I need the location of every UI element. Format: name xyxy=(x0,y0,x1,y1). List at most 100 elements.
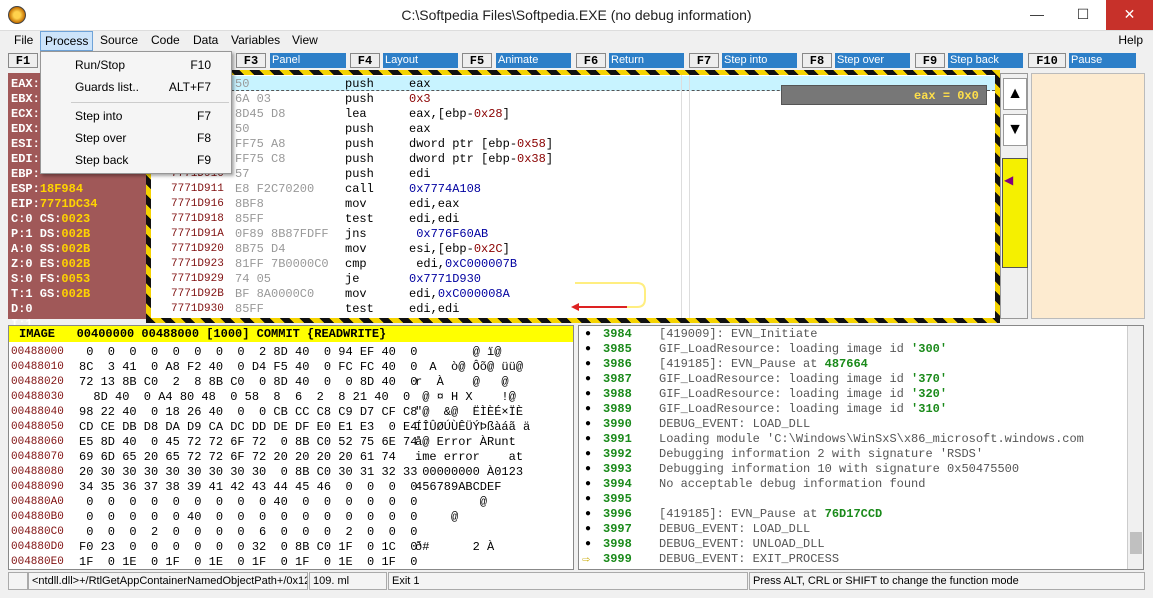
code-line[interactable]: 7771D929 74 05 je 0x7771D930 xyxy=(151,272,995,287)
hex-row[interactable]: 00488020 72 13 8B C0 2 8 8B C0 0 8D 40 0 … xyxy=(9,375,573,390)
maximize-button[interactable]: ☐ xyxy=(1060,0,1106,30)
code-line[interactable]: FF75 C8 push dword ptr [ebp-0x38] xyxy=(151,152,995,167)
code-line[interactable]: 7771D930 85FF test edi,edi xyxy=(151,302,995,317)
code-position-bar[interactable]: ◀ xyxy=(1002,158,1028,268)
process-menu-dropdown: Run/Stop F10 Guards list.. ALT+F7 Step int… xyxy=(40,51,232,174)
hex-row[interactable]: 004880A0 0 0 0 0 0 0 0 0 0 40 0 0 0 0 0 … xyxy=(9,495,573,510)
menu-code[interactable]: Code xyxy=(147,33,184,47)
menu-item-step-into[interactable]: Step into F7 xyxy=(41,105,231,127)
fkey-return-label[interactable]: Return xyxy=(609,53,684,68)
log-text: DEBUG_EVENT: EXIT_PROCESS xyxy=(659,552,839,567)
code-line[interactable]: 50 push eax xyxy=(151,122,995,137)
menu-view[interactable]: View xyxy=(288,33,322,47)
menu-data[interactable]: Data xyxy=(189,33,222,47)
code-bytes: 50 xyxy=(235,122,250,136)
log-highlight: '300' xyxy=(911,342,948,356)
menu-item-run-stop[interactable]: Run/Stop F10 xyxy=(41,54,231,76)
code-line[interactable]: 7771D911 E8 F2C70200 call 0x7774A108 xyxy=(151,182,995,197)
menu-source[interactable]: Source xyxy=(96,33,142,47)
hex-row[interactable]: 00488070 69 6D 65 20 65 72 72 6F 72 20 20… xyxy=(9,450,573,465)
log-message: DEBUG_EVENT: LOAD_DLL xyxy=(659,417,811,431)
log-entry[interactable]: ● 3997 DEBUG_EVENT: LOAD_DLL xyxy=(579,522,1127,537)
fkey-layout-label[interactable]: Layout xyxy=(383,53,458,68)
register-value: 0053 xyxy=(61,272,91,286)
fkey-step-over-label[interactable]: Step over xyxy=(835,53,910,68)
log-entry[interactable]: ● 3991 Loading module 'C:\Windows\WinSxS\x… xyxy=(579,432,1127,447)
hex-row[interactable]: 00488000 0 0 0 0 0 0 0 0 2 8D 40 0 94 EF… xyxy=(9,345,573,360)
log-bullet-icon: ● xyxy=(585,389,592,400)
fkey-step-into-label[interactable]: Step into xyxy=(722,53,797,68)
hex-row[interactable]: 00488030 8D 40 0 A4 80 48 0 58 8 6 2 8 2… xyxy=(9,390,573,405)
hex-row[interactable]: 00488080 20 30 30 30 30 30 30 30 30 0 8B … xyxy=(9,465,573,480)
menu-item-step-back[interactable]: Step back F9 xyxy=(41,149,231,171)
code-line[interactable]: 50 push eax xyxy=(151,77,995,92)
code-line[interactable]: 7771D920 8B75 D4 mov esi,[ebp-0x2C] xyxy=(151,242,995,257)
log-entry[interactable]: ● 3996 [419185]: EVN_Pause at 76D17CCD xyxy=(579,507,1127,522)
code-line[interactable]: FF75 A8 push dword ptr [ebp-0x58] xyxy=(151,137,995,152)
log-entry[interactable]: ⇨ 3999 DEBUG_EVENT: EXIT_PROCESS xyxy=(579,552,1127,567)
fkey-f3[interactable]: F3 xyxy=(236,53,266,68)
fkey-f5[interactable]: F5 xyxy=(462,53,492,68)
menu-variables[interactable]: Variables xyxy=(227,33,284,47)
code-line[interactable]: 7771D923 81FF 7B0000C0 cmp edi,0xC000007B xyxy=(151,257,995,272)
code-line[interactable]: 6A 03 push 0x3 xyxy=(151,92,995,107)
menu-file[interactable]: File xyxy=(10,33,37,47)
log-entry[interactable]: ● 3990 DEBUG_EVENT: LOAD_DLL xyxy=(579,417,1127,432)
hex-row[interactable]: 00488090 34 35 36 37 38 39 41 42 43 44 45… xyxy=(9,480,573,495)
code-line[interactable]: 7771D91A 0F89 8B87FDFF jns 0x776F60AB xyxy=(151,227,995,242)
fkey-f8[interactable]: F8 xyxy=(802,53,832,68)
fkey-f7[interactable]: F7 xyxy=(689,53,719,68)
menu-help[interactable]: Help xyxy=(1114,33,1147,47)
code-line[interactable]: 7771D916 8BF8 mov edi,eax xyxy=(151,197,995,212)
log-text: DEBUG_EVENT: LOAD_DLL xyxy=(659,417,810,432)
menu-item-guards-list[interactable]: Guards list.. ALT+F7 xyxy=(41,76,231,98)
hex-row[interactable]: 004880C0 0 0 0 2 0 0 0 0 6 0 0 0 2 0 0 0 xyxy=(9,525,573,540)
log-entry[interactable]: ● 3992 Debugging information 2 with signat… xyxy=(579,447,1127,462)
disassembly-view[interactable]: eax = 0x0 50 push eax 6A 03 push 0x3 8D45 D8 le… xyxy=(151,75,995,318)
log-scrollbar[interactable] xyxy=(1127,326,1143,569)
memory-hex-view[interactable]: IMAGE 00400000 00488000 [1000] COMMIT {R… xyxy=(8,325,574,570)
fkey-f1[interactable]: F1 xyxy=(8,53,38,68)
register-name: EDX: xyxy=(11,122,40,136)
fkey-step-back-label[interactable]: Step back xyxy=(948,53,1023,68)
hex-row[interactable]: 004880D0 F0 23 0 0 0 0 0 0 32 0 8B C0 1F … xyxy=(9,540,573,555)
log-entry[interactable]: ● 3989 GIF_LoadResource: loading image id … xyxy=(579,402,1127,417)
fkey-f6[interactable]: F6 xyxy=(576,53,606,68)
log-entry[interactable]: ● 3987 GIF_LoadResource: loading image id … xyxy=(579,372,1127,387)
fkey-f9[interactable]: F9 xyxy=(915,53,945,68)
log-entry[interactable]: ● 3995 xyxy=(579,492,1127,507)
code-line[interactable]: 7771D918 85FF test edi,edi xyxy=(151,212,995,227)
log-entry[interactable]: ● 3988 GIF_LoadResource: loading image id … xyxy=(579,387,1127,402)
log-panel[interactable]: ● 3984 [419009]: EVN_Initiate ● 3985 GIF_Load… xyxy=(578,325,1144,570)
code-line[interactable]: 7771D92B BF 8A0000C0 mov edi,0xC000008A xyxy=(151,287,995,302)
menu-item-step-over[interactable]: Step over F8 xyxy=(41,127,231,149)
log-entry[interactable]: ● 3994 No acceptable debug information fou… xyxy=(579,477,1127,492)
status-checkbox[interactable] xyxy=(8,572,28,590)
minimize-button[interactable]: — xyxy=(1014,0,1060,30)
side-panel[interactable] xyxy=(1031,73,1145,319)
fkey-f10[interactable]: F10 xyxy=(1028,53,1066,68)
scroll-down-arrow-icon[interactable]: ▼ xyxy=(1003,114,1027,146)
menu-process[interactable]: Process xyxy=(40,31,94,51)
log-text: Debugging information 2 with signature '… xyxy=(659,447,983,462)
code-line[interactable]: 8D45 D8 lea eax,[ebp-0x28] xyxy=(151,107,995,122)
hex-row[interactable]: 00488060 E5 8D 40 0 45 72 72 6F 72 0 8B C… xyxy=(9,435,573,450)
hex-row[interactable]: 004880B0 0 0 0 0 0 40 0 0 0 0 0 0 0 0 0 … xyxy=(9,510,573,525)
close-button[interactable]: ✕ xyxy=(1106,0,1153,30)
log-entry[interactable]: ● 3986 [419185]: EVN_Pause at 487664 xyxy=(579,357,1127,372)
scroll-up-arrow-icon[interactable]: ▲ xyxy=(1003,78,1027,110)
log-entry[interactable]: ● 3984 [419009]: EVN_Initiate xyxy=(579,327,1127,342)
fkey-panel-label[interactable]: Panel xyxy=(270,53,346,68)
log-entry[interactable]: ● 3985 GIF_LoadResource: loading image id … xyxy=(579,342,1127,357)
hex-row[interactable]: 004880E0 1F 0 1E 0 1F 0 1E 0 1F 0 1F 0 1E… xyxy=(9,555,573,569)
log-entry[interactable]: ● 3998 DEBUG_EVENT: UNLOAD_DLL xyxy=(579,537,1127,552)
code-line[interactable]: 7771D910 57 push edi xyxy=(151,167,995,182)
fkey-pause-label[interactable]: Pause xyxy=(1069,53,1136,68)
hex-row[interactable]: 00488040 98 22 40 0 18 26 40 0 0 CB CC C8… xyxy=(9,405,573,420)
fkey-animate-label[interactable]: Animate xyxy=(496,53,571,68)
log-scrollbar-thumb[interactable] xyxy=(1130,532,1142,554)
log-entry[interactable]: ● 3993 Debugging information 10 with signa… xyxy=(579,462,1127,477)
fkey-f4[interactable]: F4 xyxy=(350,53,380,68)
hex-row[interactable]: 00488010 8C 3 41 0 A8 F2 40 0 D4 F5 40 0 … xyxy=(9,360,573,375)
hex-row[interactable]: 00488050 CD CE DB D8 DA D9 CA DC DD DE DF… xyxy=(9,420,573,435)
